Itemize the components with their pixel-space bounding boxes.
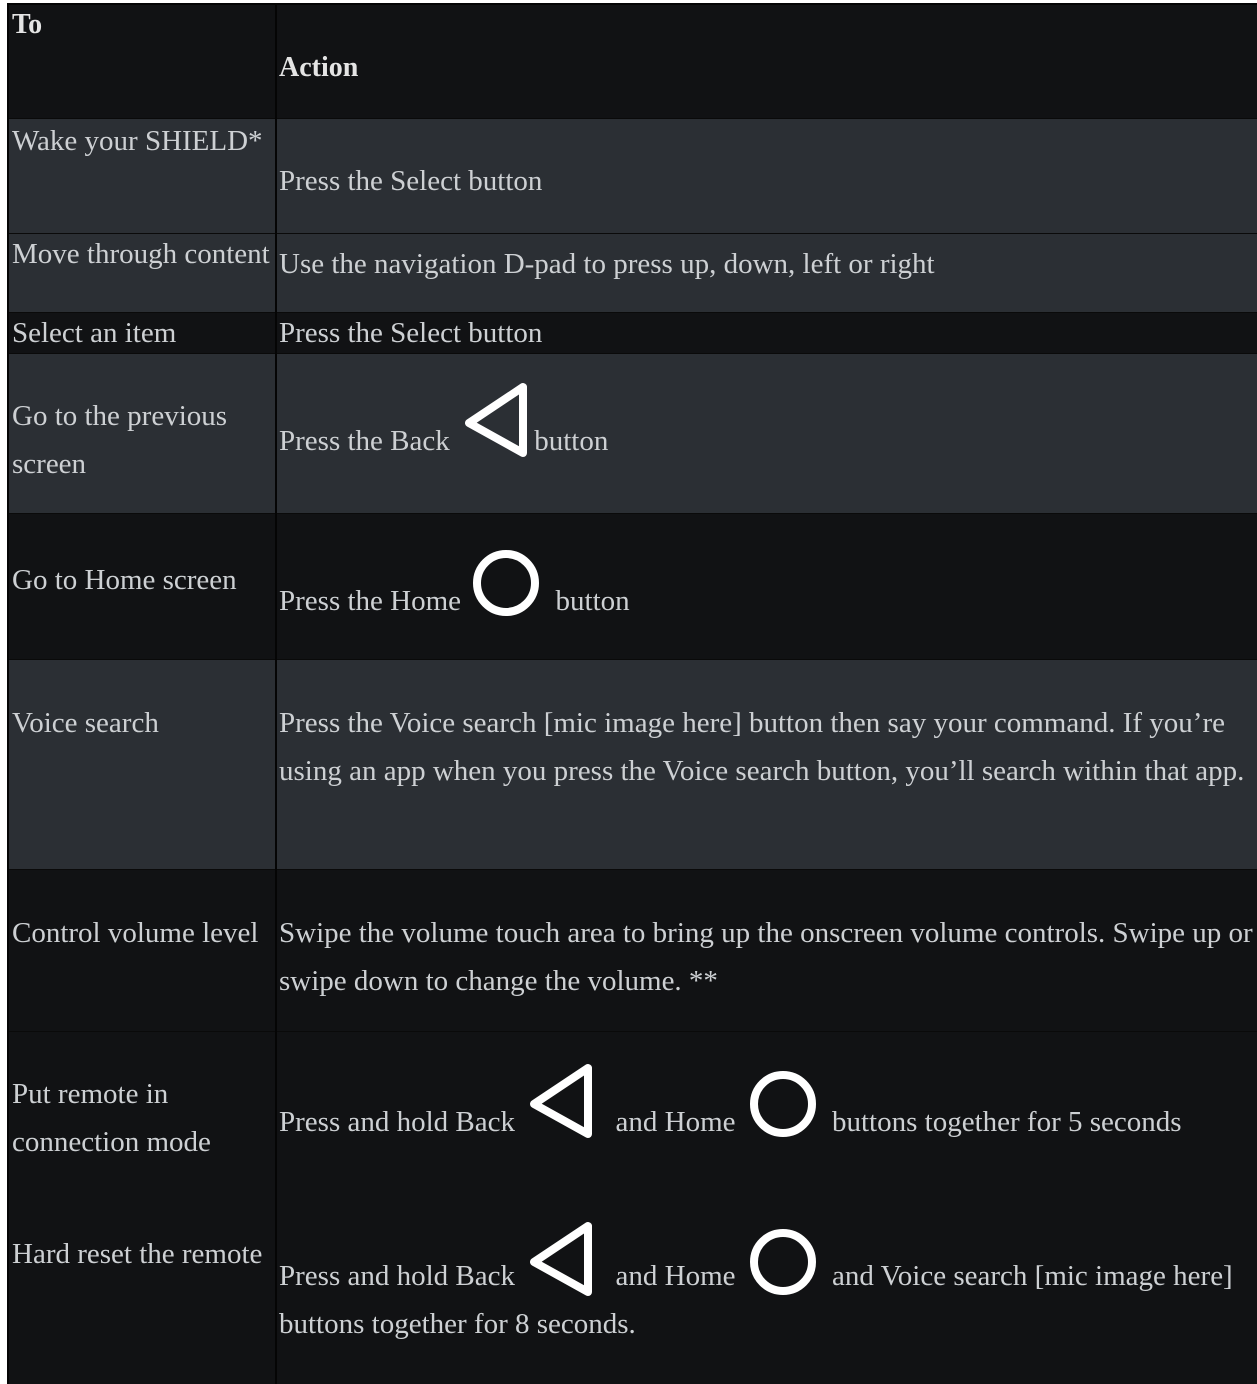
row-to: Move through content (12, 238, 270, 270)
back-triangle-icon (524, 1062, 598, 1142)
action-text: buttons together for 5 seconds (832, 1106, 1182, 1138)
row-action: Press and hold Back and Home and Voice s… (279, 1220, 1254, 1348)
row-to: Go to Home screen (12, 564, 237, 596)
table-row: Move through content Use the navigation … (9, 234, 1257, 313)
row-to: Select an item (12, 317, 177, 349)
action-text: Press and hold Back (279, 1106, 523, 1138)
row-action: Press the Select button (279, 317, 543, 349)
home-circle-icon (470, 549, 542, 621)
action-text: button (534, 425, 609, 457)
table-row: Put remote in connection mode Press and … (9, 1032, 1257, 1192)
back-triangle-icon (524, 1220, 598, 1300)
table-header-row: To Action (9, 5, 1257, 119)
action-text: and Home (615, 1106, 743, 1138)
row-to: Go to the previous screen (12, 400, 228, 480)
header-action: Action (279, 52, 359, 83)
shortcut-table: To Action Wake your SHIELD* Press the Se… (7, 3, 1257, 1384)
row-to: Control volume level (12, 917, 259, 949)
row-action: Press the Select button (279, 165, 543, 197)
action-text: button (555, 585, 630, 617)
action-text: Press and hold Back (279, 1260, 523, 1292)
row-action: Press the Home button (279, 549, 1254, 621)
action-text: Press the Home (279, 585, 469, 617)
table-row: Wake your SHIELD* Press the Select butto… (9, 119, 1257, 234)
row-action: Press the Voice search [mic image here] … (279, 707, 1245, 787)
row-action: Use the navigation D-pad to press up, do… (279, 248, 935, 280)
home-circle-icon (747, 1070, 819, 1142)
table-row: Go to Home screen Press the Home button (9, 514, 1257, 660)
row-action: Press and hold Back and Home buttons tog… (279, 1062, 1254, 1142)
row-action: Swipe the volume touch area to bring up … (279, 917, 1253, 997)
row-to: Put remote in connection mode (12, 1078, 211, 1158)
back-triangle-icon (459, 381, 533, 461)
table-row: Voice search Press the Voice search [mic… (9, 660, 1257, 870)
home-circle-icon (747, 1228, 819, 1300)
row-to: Wake your SHIELD* (12, 125, 263, 157)
row-to: Voice search (12, 707, 159, 739)
row-to: Hard reset the remote (12, 1238, 263, 1270)
action-text: and Home (615, 1260, 743, 1292)
column-divider (275, 5, 277, 1384)
table-row: Hard reset the remote Press and hold Bac… (9, 1192, 1257, 1384)
table-row: Control volume level Swipe the volume to… (9, 870, 1257, 1032)
table-row: Go to the previous screen Press the Back… (9, 354, 1257, 514)
table-row: Select an item Press the Select button (9, 313, 1257, 354)
row-action: Press the Back button (279, 381, 1254, 461)
action-text: Press the Back (279, 425, 457, 457)
header-to: To (12, 9, 43, 40)
